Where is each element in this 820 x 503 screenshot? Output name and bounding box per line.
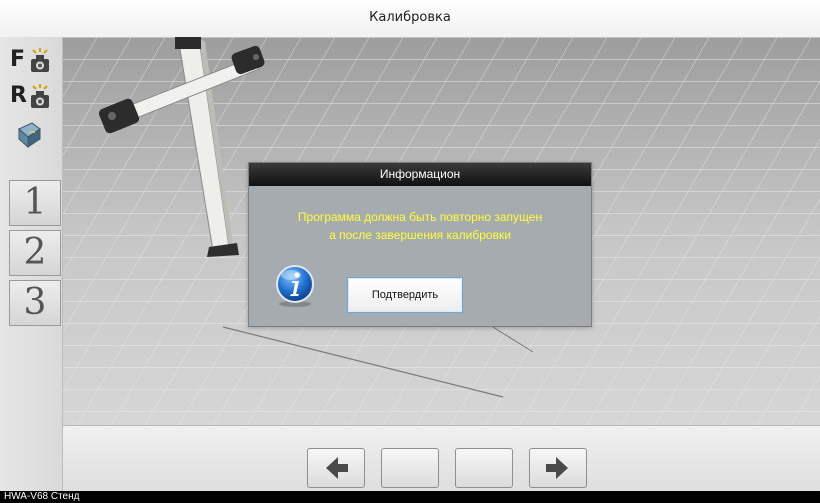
blank-button-1[interactable] (381, 448, 439, 488)
front-camera-letter: F (10, 47, 26, 72)
dialog-title: Информацион (379, 167, 461, 181)
dialog-message-line-2: а после завершения калибровки (329, 228, 511, 242)
back-button[interactable] (307, 448, 365, 488)
bottom-toolbar (63, 425, 820, 492)
toolbox-button[interactable] (10, 117, 54, 151)
confirm-button[interactable]: Подтвердить (347, 277, 463, 313)
camera-icon (31, 84, 49, 108)
window-title: Калибровка (369, 10, 451, 25)
status-bar: HWA-V68 Стенд (0, 491, 820, 503)
info-dialog: Информацион Программа должна быть повтор… (248, 162, 592, 327)
front-camera-button[interactable]: F (10, 45, 54, 79)
sidebar: F R 1 2 3 (0, 37, 63, 491)
title-bar: Калибровка (0, 0, 820, 38)
next-button[interactable] (529, 448, 587, 488)
rear-camera-letter: R (10, 83, 27, 108)
dialog-message: Программа должна быть повторно запущен а… (259, 208, 581, 244)
step-3-button[interactable]: 3 (9, 280, 61, 326)
blank-button-2[interactable] (455, 448, 513, 488)
arrow-left-icon (326, 457, 348, 479)
dialog-header: Информацион (249, 163, 591, 186)
step-1-button[interactable]: 1 (9, 180, 61, 226)
step-2-button[interactable]: 2 (9, 230, 61, 276)
dialog-message-line-1: Программа должна быть повторно запущен (297, 210, 543, 224)
info-icon (276, 265, 314, 307)
status-text: HWA-V68 Стенд (4, 491, 80, 502)
arrow-right-icon (546, 457, 568, 479)
camera-icon (31, 48, 49, 72)
toolbox-icon (18, 122, 41, 149)
rear-camera-button[interactable]: R (10, 81, 54, 115)
